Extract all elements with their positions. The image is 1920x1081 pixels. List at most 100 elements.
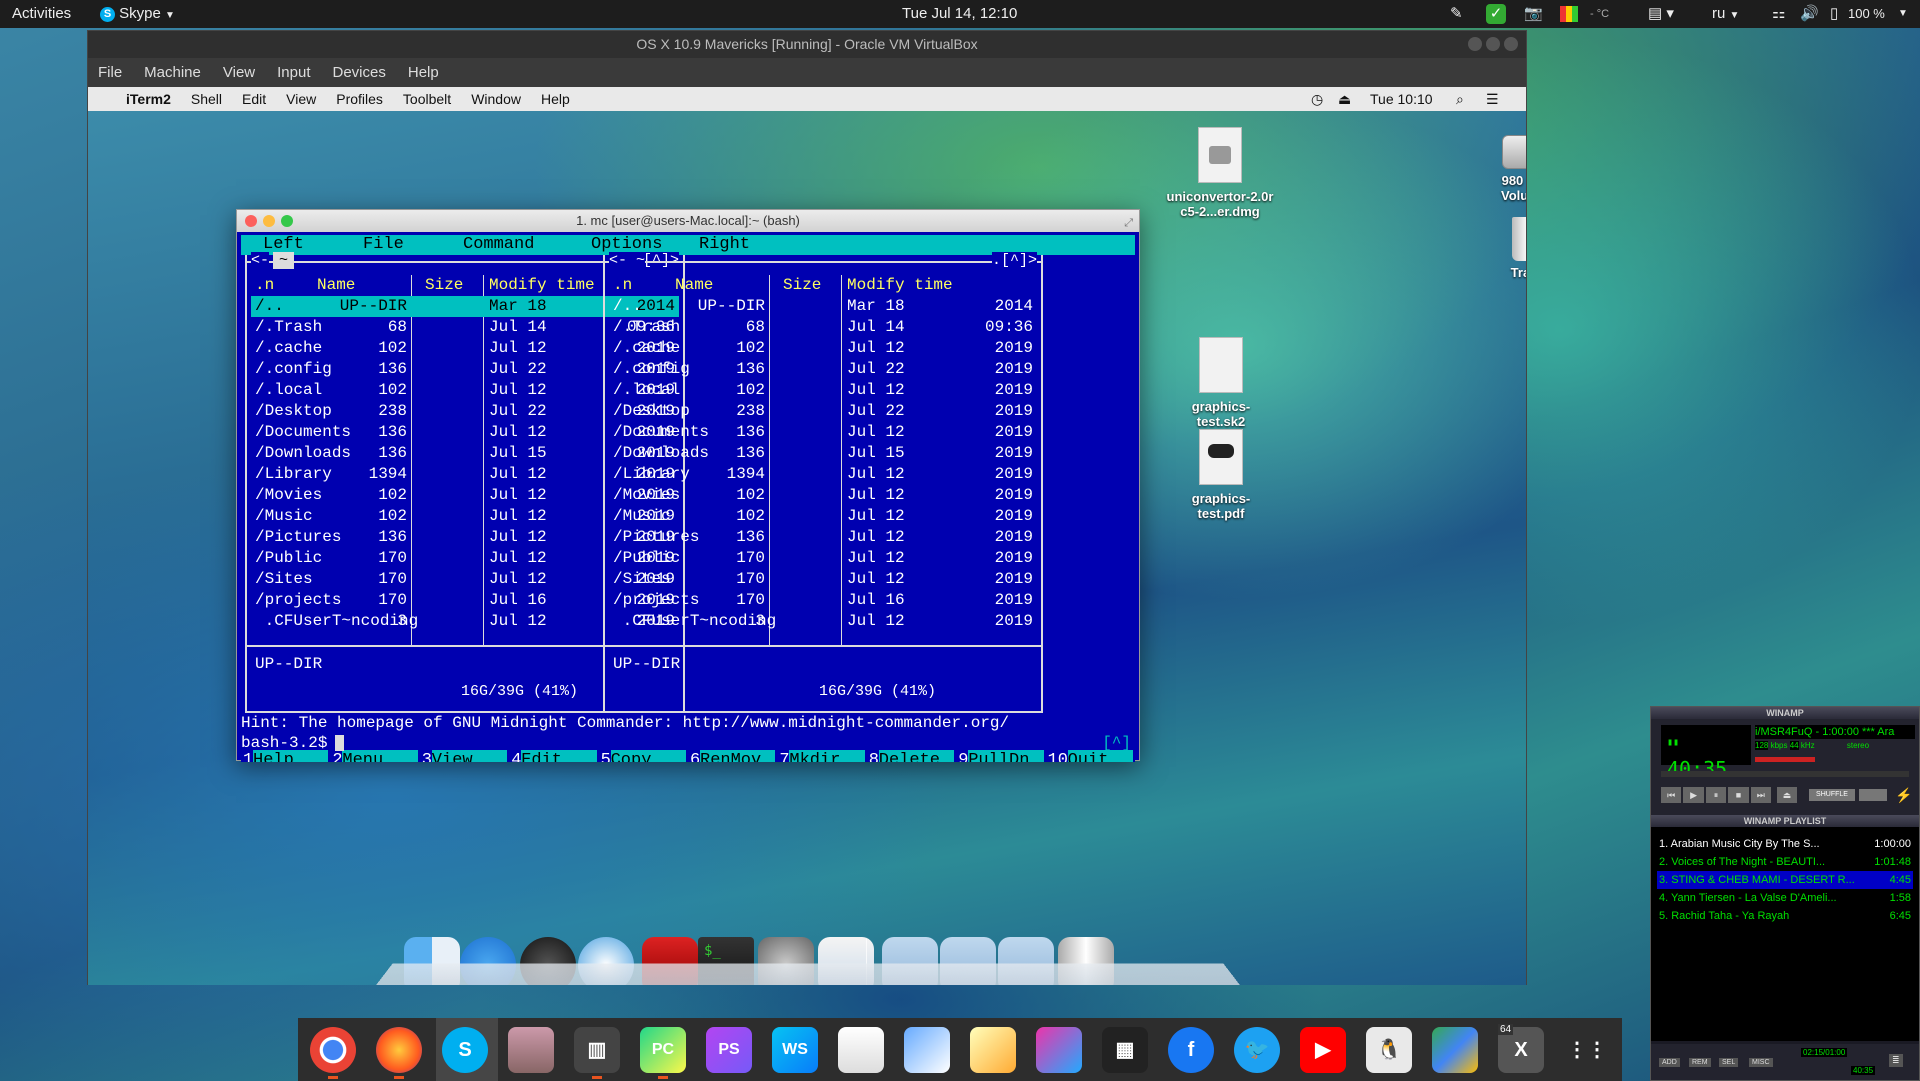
mac-menu-shell[interactable]: Shell — [191, 91, 222, 107]
mac-clock[interactable]: Tue 10:10 — [1370, 91, 1433, 107]
file-row[interactable]: /.config 136 Jul 22 2019 — [609, 359, 1037, 380]
webstorm-icon[interactable]: WS — [772, 1027, 818, 1073]
file-row[interactable]: /projects 170 Jul 16 2019 — [609, 590, 1037, 611]
pause-icon[interactable]: ⏸ — [1705, 787, 1727, 803]
winamp-titlebar[interactable]: WINAMP — [1651, 707, 1919, 719]
mac-menu-profiles[interactable]: Profiles — [336, 91, 383, 107]
winamp-playlist[interactable]: 1. Arabian Music City By The S... 1:00:00… — [1651, 827, 1919, 1041]
maps-icon[interactable] — [1432, 1027, 1478, 1073]
shell-prompt[interactable]: bash-3.2$ — [241, 733, 345, 753]
winamp-time-display[interactable]: ▮▮ 40:35 — [1661, 725, 1751, 781]
close-icon[interactable] — [1504, 37, 1518, 51]
file-row[interactable]: /Public 170 Jul 12 2019 — [609, 548, 1037, 569]
panel-path[interactable]: ~ — [273, 252, 295, 269]
indicator-icon[interactable] — [1560, 6, 1578, 22]
playlist-item[interactable]: 5. Rachid Taha - Ya Rayah 6:45 — [1657, 907, 1913, 925]
facebook-icon[interactable]: f — [1168, 1027, 1214, 1073]
play-icon[interactable]: ▶ — [1683, 787, 1704, 803]
vbox-menu-input[interactable]: Input — [277, 64, 310, 81]
clock[interactable]: Tue Jul 14, 12:10 — [902, 0, 1017, 28]
fkey-view-button[interactable]: View — [431, 750, 508, 762]
firefox-icon[interactable] — [376, 1027, 422, 1073]
spotlight-search-icon[interactable]: ⌕ — [1456, 91, 1464, 108]
text-editor-icon[interactable] — [838, 1027, 884, 1073]
file-row[interactable]: /Documents 136 Jul 12 2019 — [609, 422, 1037, 443]
battery-icon[interactable]: ▯ — [1830, 0, 1838, 28]
mac-menu-toolbelt[interactable]: Toolbelt — [403, 91, 451, 107]
update-check-icon[interactable]: ✓ — [1486, 4, 1506, 24]
activities-button[interactable]: Activities — [12, 0, 71, 28]
playlist-item[interactable]: 4. Yann Tiersen - La Valse D'Ameli... 1:5… — [1657, 889, 1913, 907]
file-row[interactable]: /Downloads 136 Jul 15 2019 — [609, 443, 1037, 464]
vbox-menu-file[interactable]: File — [98, 64, 122, 81]
twitter-icon[interactable]: 🐦 — [1234, 1027, 1280, 1073]
col-header-size[interactable]: Size — [425, 275, 463, 296]
mc-menu-command[interactable]: Command — [463, 235, 534, 255]
fkey-delete-button[interactable]: Delete — [878, 750, 955, 762]
system-menu-chevron-icon[interactable]: ▼ — [1898, 0, 1908, 28]
file-manager-icon[interactable]: ▥ — [574, 1027, 620, 1073]
stop-icon[interactable]: ■ — [1728, 787, 1749, 803]
file-row[interactable]: /Music 102 Jul 12 2019 — [609, 506, 1037, 527]
keyboard-language[interactable]: ru ▼ — [1712, 0, 1739, 28]
col-header-mtime[interactable]: Modify time — [489, 275, 595, 296]
eject-icon[interactable]: ⏏ — [1777, 787, 1797, 803]
mac-menu-app[interactable]: iTerm2 — [126, 91, 171, 107]
fkey-copy-button[interactable]: Copy — [610, 750, 686, 762]
winamp-logo-icon[interactable]: ⚡ — [1895, 787, 1912, 804]
vbox-titlebar[interactable]: OS X 10.9 Mavericks [Running] - Oracle V… — [88, 31, 1526, 58]
file-row[interactable]: /.. UP--DIR Mar 18 2014 — [609, 296, 1037, 317]
next-icon[interactable]: ⏭ — [1750, 787, 1772, 803]
network-icon[interactable]: ⚏ — [1772, 0, 1785, 28]
file-row[interactable]: /Desktop 238 Jul 22 2019 — [609, 401, 1037, 422]
pycharm-icon[interactable]: PC — [640, 1027, 686, 1073]
mac-menu-view[interactable]: View — [286, 91, 316, 107]
office-icon[interactable]: ▦ — [1102, 1027, 1148, 1073]
panel-nav-left[interactable]: <- — [251, 252, 270, 269]
desktop-icon-volume[interactable]: 980 GB Volume — [1484, 135, 1526, 203]
desktop-icon-pdf[interactable]: graphics-test.pdf — [1176, 429, 1266, 521]
iterm-titlebar[interactable]: 1. mc [user@users-Mac.local]:~ (bash) ⤢ — [237, 210, 1139, 232]
sublime-icon[interactable] — [970, 1027, 1016, 1073]
vbox-menu-help[interactable]: Help — [408, 64, 439, 81]
file-row[interactable]: .CFUserT~ncoding 3 Jul 12 2019 — [609, 611, 1037, 632]
chrome-icon[interactable] — [310, 1027, 356, 1073]
desktop-icon-trash[interactable]: Trash — [1498, 217, 1526, 280]
tray-edit-icon[interactable]: ✎ — [1450, 0, 1463, 28]
file-row[interactable]: /Movies 102 Jul 12 2019 — [609, 485, 1037, 506]
playlist-remove-button[interactable]: REM — [1689, 1058, 1711, 1067]
file-row[interactable]: /.Trash 68 Jul 14 09:36 — [609, 317, 1037, 338]
time-machine-icon[interactable]: ◷ — [1311, 91, 1323, 108]
col-header-name[interactable]: Name — [317, 275, 355, 296]
weather-temp[interactable]: - °C — [1590, 0, 1609, 28]
repeat-button[interactable] — [1859, 789, 1887, 801]
image-editor-icon[interactable] — [1036, 1027, 1082, 1073]
fkey-menu-button[interactable]: Menu — [342, 750, 418, 762]
file-row[interactable]: /Pictures 136 Jul 12 2019 — [609, 527, 1037, 548]
battery-percent[interactable]: 100 % — [1848, 0, 1885, 28]
vbox-menu-view[interactable]: View — [223, 64, 255, 81]
col-header-name[interactable]: Name — [675, 275, 713, 296]
right-panel[interactable]: <- ~ .[^]> .n Name Size Modify time UP--… — [603, 252, 1043, 713]
linux-tux-icon[interactable]: 🐧 — [1366, 1027, 1412, 1073]
fkey-mkdir-button[interactable]: Mkdir — [789, 750, 865, 762]
phpstorm-icon[interactable]: PS — [706, 1027, 752, 1073]
panel-path[interactable]: <- ~ — [609, 252, 646, 269]
mc-menu-right[interactable]: Right — [699, 235, 750, 255]
file-row[interactable]: /Library 1394 Jul 12 2019 — [609, 464, 1037, 485]
show-applications-icon[interactable]: ⋮⋮ — [1564, 1027, 1610, 1073]
mac-menu-edit[interactable]: Edit — [242, 91, 266, 107]
winamp-playlist-titlebar[interactable]: WINAMP PLAYLIST — [1651, 815, 1919, 827]
minimize-icon[interactable] — [263, 215, 275, 227]
guest-screen[interactable]: iTerm2 Shell Edit View Profiles Toolbelt… — [88, 87, 1526, 985]
desktop-icon-uniconvertor[interactable]: uniconvertor-2.0rc5-2...er.dmg — [1166, 127, 1274, 219]
playlist-misc-button[interactable]: MISC — [1749, 1058, 1773, 1067]
vbox-menu-machine[interactable]: Machine — [144, 64, 201, 81]
col-header-size[interactable]: Size — [783, 275, 821, 296]
file-row[interactable]: /.cache 102 Jul 12 2019 — [609, 338, 1037, 359]
terminal[interactable]: Left File Command Options Right <- ~ .[^… — [241, 235, 1135, 762]
maximize-icon[interactable] — [1486, 37, 1500, 51]
eject-icon[interactable]: ⏏ — [1338, 91, 1351, 108]
fkey-renmov-button[interactable]: RenMov — [700, 750, 776, 762]
notes-icon[interactable] — [904, 1027, 950, 1073]
